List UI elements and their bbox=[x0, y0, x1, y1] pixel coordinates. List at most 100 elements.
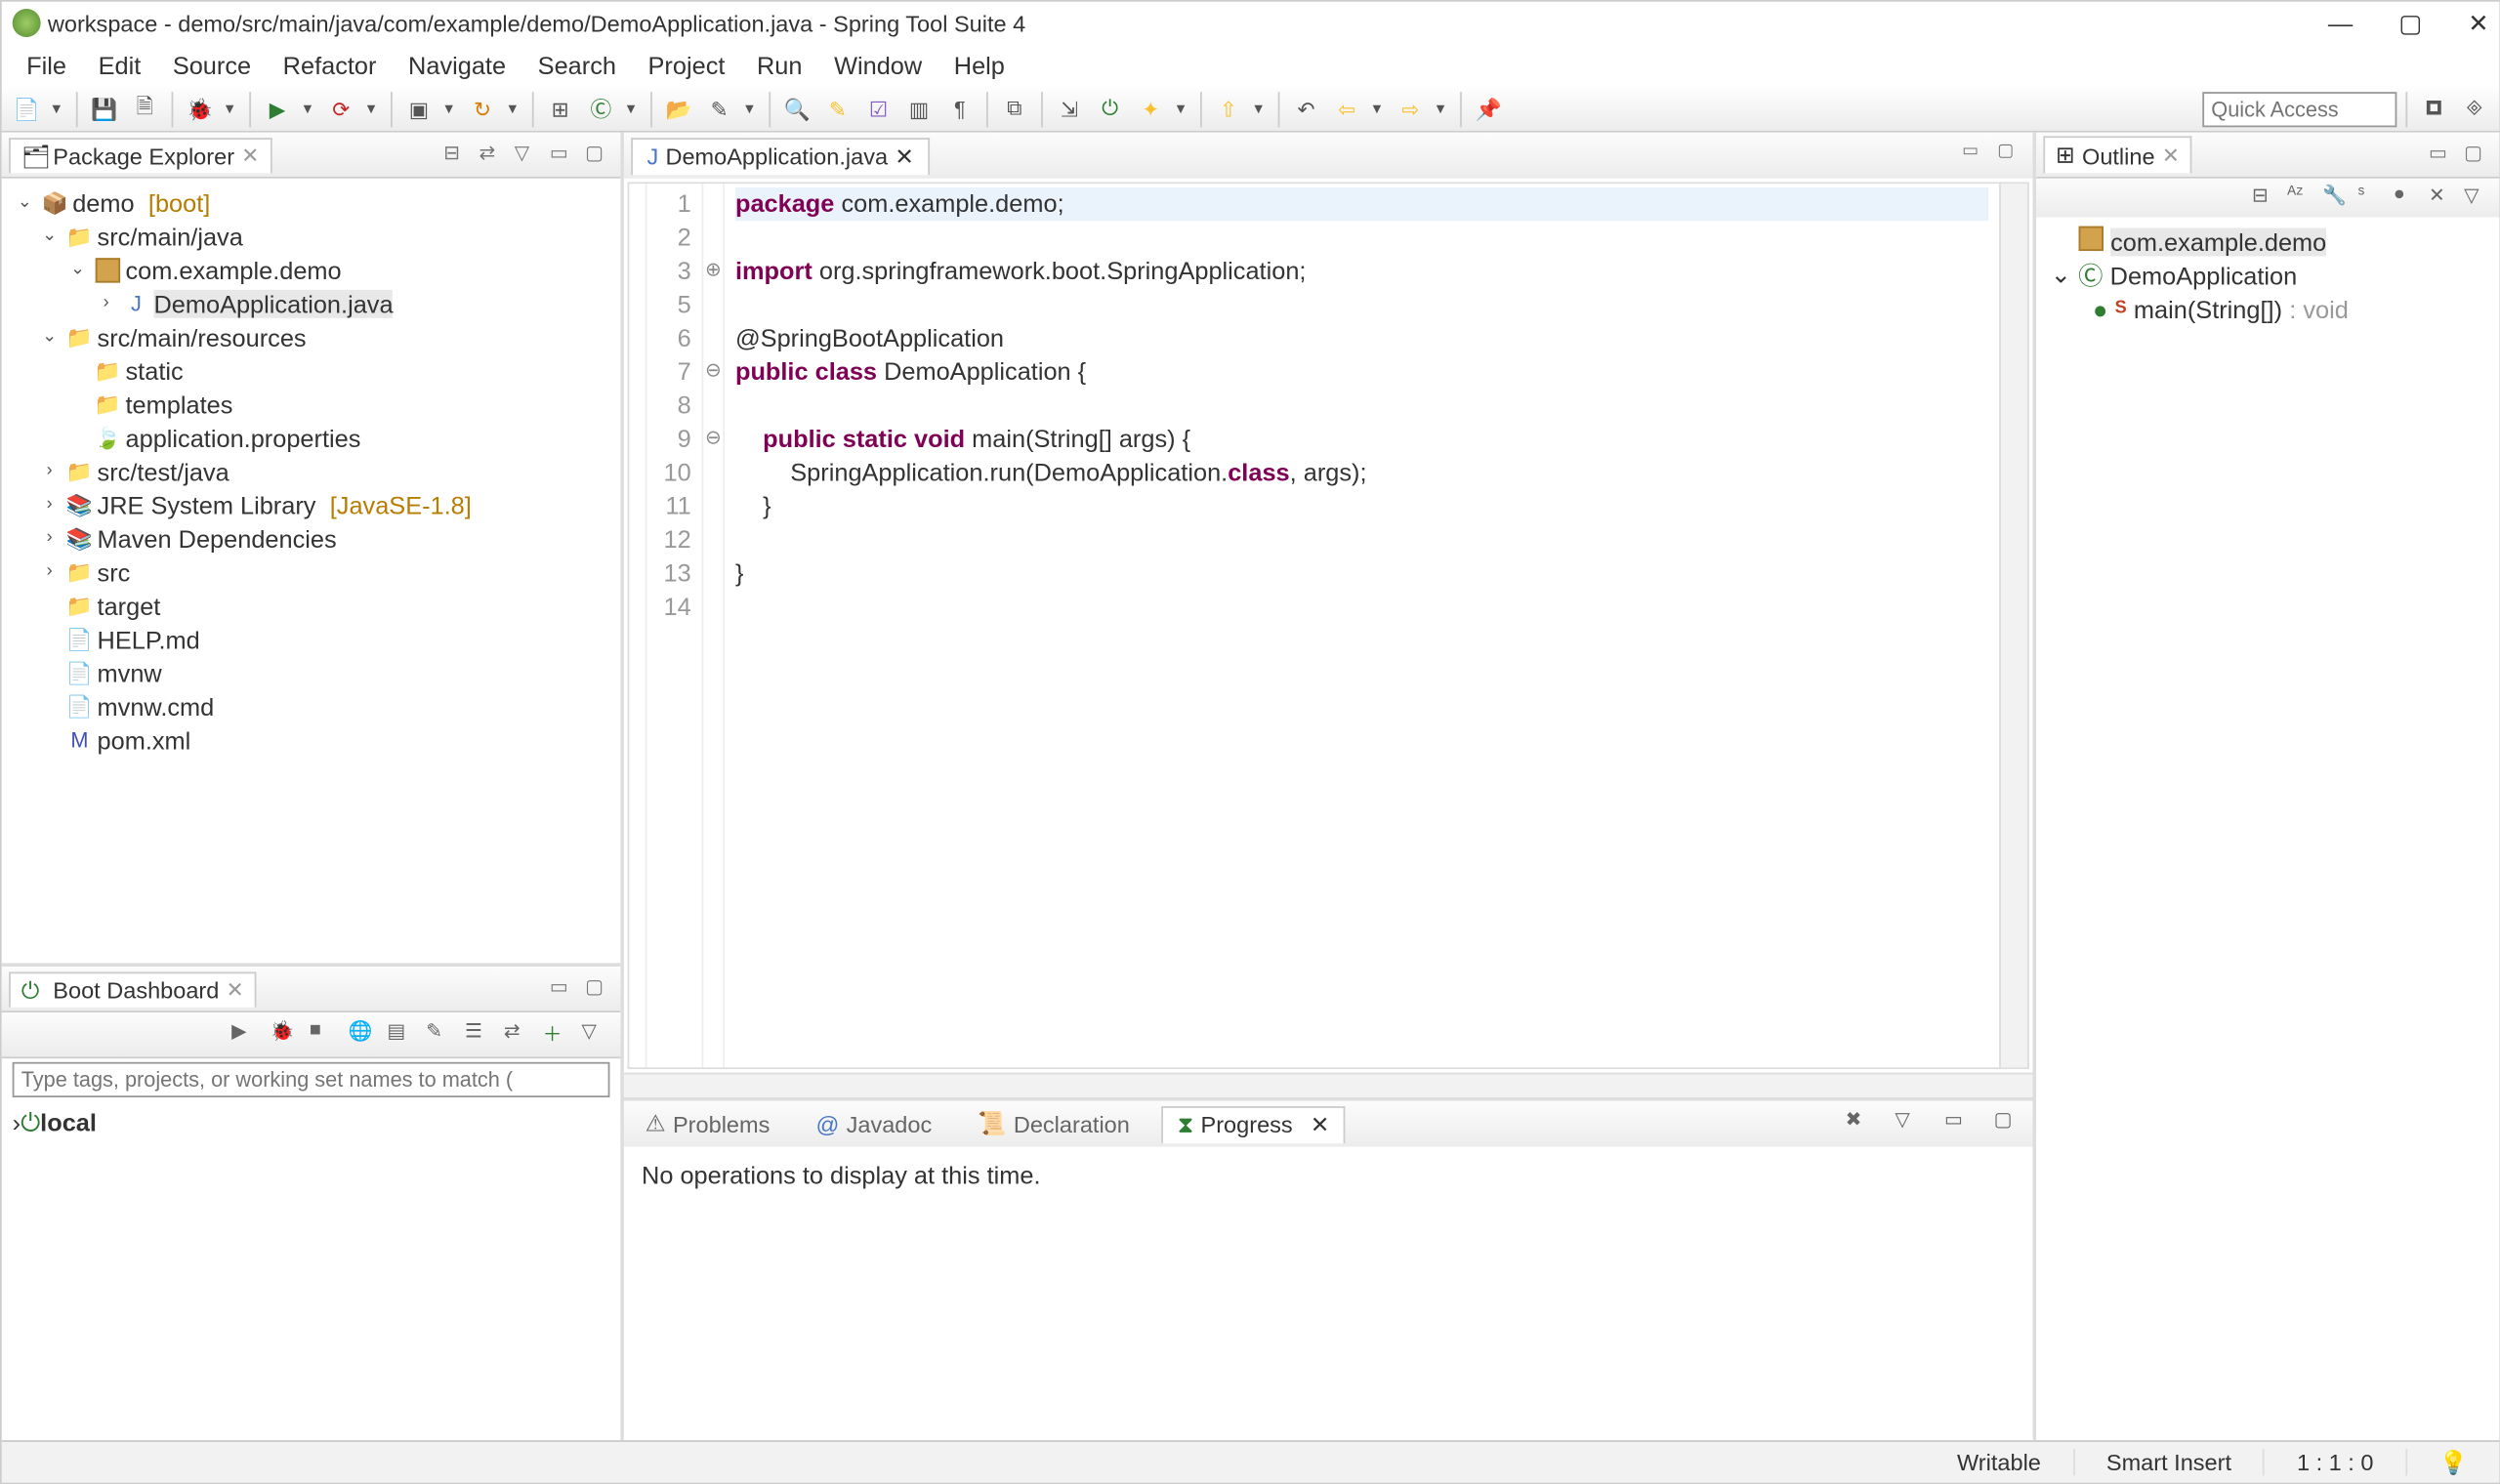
search-icon[interactable]: 🔍 bbox=[779, 91, 814, 126]
stop-icon[interactable]: ■ bbox=[310, 1018, 342, 1051]
window-icon[interactable]: ⧉ bbox=[997, 91, 1032, 126]
boot-dashboard-tab[interactable]: ⏻ Boot Dashboard ✕ bbox=[9, 971, 256, 1007]
maximize-view-icon[interactable]: ▢ bbox=[585, 974, 613, 1003]
stop-icon[interactable]: ▣ bbox=[401, 91, 437, 126]
run-last-icon[interactable]: ⟳ bbox=[323, 91, 358, 126]
maximize-view-icon[interactable]: ▢ bbox=[585, 141, 613, 169]
outline-tab[interactable]: ⊞ Outline ✕ bbox=[2043, 136, 2191, 173]
menu-file[interactable]: File bbox=[13, 48, 81, 83]
nav-up-icon[interactable]: ⇧ bbox=[1211, 91, 1246, 126]
save-all-icon[interactable]: 🗎 bbox=[127, 91, 162, 126]
tab-progress[interactable]: ⧗Progress✕ bbox=[1161, 1105, 1345, 1142]
marker-icon[interactable]: ✎ bbox=[820, 91, 855, 126]
globe-icon[interactable]: 🌐 bbox=[349, 1018, 381, 1051]
static-node[interactable]: static bbox=[126, 356, 184, 385]
quick-access-input[interactable] bbox=[2202, 91, 2396, 126]
minimize-editor-icon[interactable]: ▭ bbox=[1962, 142, 1990, 170]
caret-icon[interactable]: › bbox=[37, 562, 62, 582]
caret-icon[interactable]: ⌄ bbox=[13, 192, 37, 212]
maven-deps-node[interactable]: Maven Dependencies bbox=[98, 524, 337, 553]
mvnw-node[interactable]: mvnw bbox=[98, 658, 162, 686]
hide-nonpublic-icon[interactable]: ● bbox=[2394, 184, 2422, 212]
link-editor-icon[interactable]: ⇄ bbox=[479, 141, 508, 169]
filter-icon[interactable]: ⇄ bbox=[504, 1018, 536, 1051]
close-icon[interactable]: ✕ bbox=[895, 143, 914, 171]
relaunch-icon[interactable]: ↻ bbox=[465, 91, 500, 126]
caret-icon[interactable]: ⌄ bbox=[37, 327, 62, 347]
dropdown-icon[interactable]: ▼ bbox=[1251, 101, 1269, 116]
hide-local-icon[interactable]: ✕ bbox=[2429, 184, 2457, 212]
edit-icon[interactable]: ✎ bbox=[426, 1018, 458, 1051]
menu-search[interactable]: Search bbox=[523, 48, 630, 83]
link-icon[interactable]: ⇲ bbox=[1052, 91, 1087, 126]
perspective-java-icon[interactable]: 🞓 bbox=[2416, 91, 2451, 126]
new-class-icon[interactable]: Ⓒ bbox=[583, 91, 618, 126]
start-icon[interactable]: ▶ bbox=[231, 1018, 264, 1051]
dropdown-icon[interactable]: ▼ bbox=[1434, 101, 1451, 116]
editor-scrollbar[interactable] bbox=[1999, 184, 2027, 1067]
new-package-icon[interactable]: ⊞ bbox=[543, 91, 578, 126]
pom-xml-node[interactable]: pom.xml bbox=[98, 725, 191, 754]
power-icon[interactable]: ⏻ bbox=[1093, 91, 1128, 126]
outline-tree[interactable]: com.example.demo ⌄ⒸDemoApplication ●Smai… bbox=[2036, 218, 2499, 1441]
src-main-resources-node[interactable]: src/main/resources bbox=[98, 322, 307, 350]
minimize-button[interactable]: — bbox=[2328, 8, 2353, 38]
list-icon[interactable]: ☰ bbox=[465, 1018, 497, 1051]
lightbulb-icon[interactable]: 💡 bbox=[2438, 1448, 2467, 1474]
close-icon[interactable]: ✕ bbox=[241, 144, 259, 168]
dropdown-icon[interactable]: ▼ bbox=[442, 101, 460, 116]
dropdown-icon[interactable]: ▼ bbox=[742, 101, 760, 116]
app-properties-node[interactable]: application.properties bbox=[126, 423, 361, 451]
minimize-view-icon[interactable]: ▭ bbox=[550, 974, 578, 1003]
menu-refactor[interactable]: Refactor bbox=[269, 48, 391, 83]
menu-run[interactable]: Run bbox=[743, 48, 816, 83]
src-main-java-node[interactable]: src/main/java bbox=[98, 222, 243, 250]
editor-area[interactable]: 1 2 3 5 6 7 8 9 10 11 12 13 14 ⊕ ⊖ ⊖ bbox=[628, 182, 2029, 1069]
add-icon[interactable]: ＋ bbox=[543, 1018, 575, 1051]
hide-fields-icon[interactable]: 🔧 bbox=[2322, 184, 2351, 212]
editor-tab[interactable]: J DemoApplication.java ✕ bbox=[631, 137, 930, 174]
menu-navigate[interactable]: Navigate bbox=[395, 48, 521, 83]
menu-window[interactable]: Window bbox=[820, 48, 937, 83]
forward-icon[interactable]: ⇨ bbox=[1393, 91, 1428, 126]
src-folder-node[interactable]: src bbox=[98, 557, 131, 586]
menu-project[interactable]: Project bbox=[634, 48, 739, 83]
task-icon[interactable]: ☑ bbox=[860, 91, 896, 126]
dropdown-icon[interactable]: ▼ bbox=[50, 101, 67, 116]
run-icon[interactable]: ▶ bbox=[260, 91, 295, 126]
caret-icon[interactable]: ⌄ bbox=[65, 260, 90, 279]
code-area[interactable]: package com.example.demo; import org.spr… bbox=[725, 184, 1999, 1067]
minimize-view-icon[interactable]: ▭ bbox=[2429, 141, 2457, 169]
dropdown-icon[interactable]: ▼ bbox=[506, 101, 523, 116]
view-menu-icon[interactable]: ▽ bbox=[581, 1018, 613, 1051]
target-node[interactable]: target bbox=[98, 591, 161, 619]
editor-hscrollbar[interactable] bbox=[624, 1073, 2033, 1097]
outline-method-node[interactable]: main(String[]) bbox=[2134, 294, 2282, 322]
menu-source[interactable]: Source bbox=[158, 48, 265, 83]
whitespace-icon[interactable]: ¶ bbox=[942, 91, 978, 126]
src-test-java-node[interactable]: src/test/java bbox=[98, 457, 229, 485]
jre-node[interactable]: JRE System Library bbox=[98, 490, 316, 518]
undo-icon[interactable]: ↶ bbox=[1288, 91, 1323, 126]
close-icon[interactable]: ✕ bbox=[227, 977, 244, 1002]
collapse-all-icon[interactable]: ⊟ bbox=[443, 141, 472, 169]
dropdown-icon[interactable]: ▼ bbox=[1174, 101, 1191, 116]
minimize-view-icon[interactable]: ▭ bbox=[1944, 1108, 1977, 1140]
save-icon[interactable]: 💾 bbox=[87, 91, 122, 126]
maximize-view-icon[interactable]: ▢ bbox=[1994, 1108, 2026, 1140]
tab-javadoc[interactable]: @Javadoc bbox=[802, 1107, 946, 1140]
debug-icon[interactable]: 🐞 bbox=[271, 1018, 303, 1051]
highlight-icon[interactable]: ✎ bbox=[702, 91, 737, 126]
package-explorer-tree[interactable]: ⌄📦demo [boot] ⌄📁src/main/java ⌄com.examp… bbox=[2, 179, 621, 964]
templates-node[interactable]: templates bbox=[126, 390, 233, 418]
close-button[interactable]: ✕ bbox=[2468, 8, 2488, 38]
open-type-icon[interactable]: 📂 bbox=[661, 91, 696, 126]
caret-icon[interactable]: ⌄ bbox=[37, 227, 62, 246]
new-icon[interactable]: 📄 bbox=[9, 91, 44, 126]
boot-dashboard-tree[interactable]: ›⏻local bbox=[2, 1101, 621, 1145]
pin-icon[interactable]: 📌 bbox=[1471, 91, 1506, 126]
file-node[interactable]: DemoApplication.java bbox=[153, 289, 393, 317]
help-md-node[interactable]: HELP.md bbox=[98, 625, 200, 653]
minimize-view-icon[interactable]: ▭ bbox=[550, 141, 578, 169]
maximize-editor-icon[interactable]: ▢ bbox=[1997, 142, 2025, 170]
